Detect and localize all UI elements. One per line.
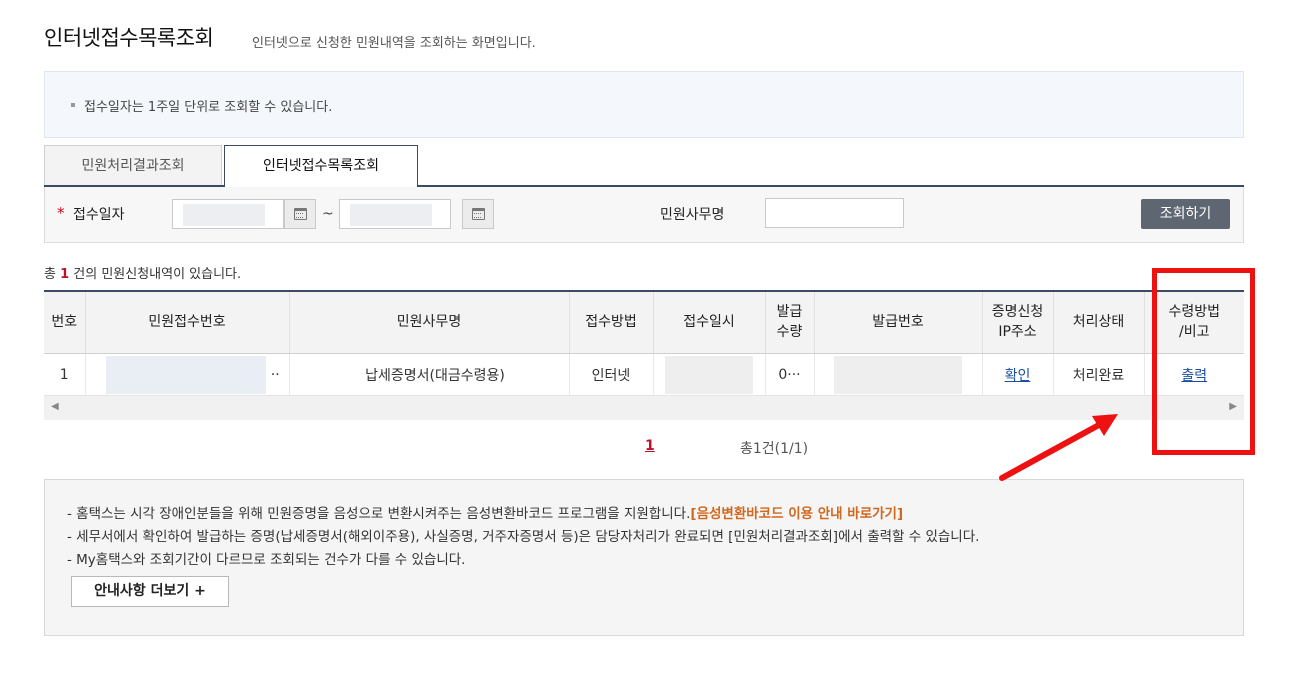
notice-line-2: - 세무서에서 확인하여 발급하는 증명(납세증명서(해외이주용), 사실증명,… xyxy=(67,529,980,545)
highlight-arrow-icon xyxy=(999,414,1118,481)
end-date-input[interactable] xyxy=(339,199,451,229)
cell-issue-number xyxy=(813,353,982,397)
redacted-value xyxy=(665,355,753,394)
col-header: 번호 xyxy=(44,290,85,354)
redacted-value xyxy=(834,355,962,394)
col-header: 처리상태 xyxy=(1052,290,1144,354)
redacted-value xyxy=(350,204,432,226)
redacted-value xyxy=(106,355,267,394)
page-title: 인터넷접수목록조회 xyxy=(44,26,214,50)
result-count-text: 총 1 건의 민원신청내역이 있습니다. xyxy=(44,263,241,282)
cell-datetime xyxy=(652,353,765,397)
cell-receipt-number: ·· xyxy=(84,353,289,397)
count-value: 1 xyxy=(60,267,70,282)
receipt-table: 번호 민원접수번호 민원사무명 접수방법 접수일시 발급 수량 발급번호 증명신… xyxy=(44,290,1244,397)
start-calendar-button[interactable] xyxy=(284,199,316,229)
scroll-left-icon[interactable]: ◀ xyxy=(51,401,59,412)
scroll-thumb[interactable] xyxy=(64,402,1149,414)
end-calendar-button[interactable] xyxy=(462,199,494,229)
notice-text: - 홈택스는 시각 장애인분들을 위해 민원증명을 음성으로 변환시켜주는 음성… xyxy=(67,506,691,522)
ip-confirm-link[interactable]: 확인 xyxy=(1005,368,1031,384)
bullet-icon xyxy=(71,103,75,107)
page-total-text: 총1건(1/1) xyxy=(740,441,809,457)
notice-line-1: - 홈택스는 시각 장애인분들을 위해 민원증명을 음성으로 변환시켜주는 음성… xyxy=(67,502,903,522)
tab-civil-result[interactable]: 민원처리결과조회 xyxy=(44,145,222,186)
cell-ip: 확인 xyxy=(981,353,1053,397)
more-info-button[interactable]: 안내사항 더보기 + xyxy=(71,576,229,607)
search-panel: * 접수일자 ~ 민원사무명 조회하기 xyxy=(44,187,1244,243)
count-suffix: 건의 민원신청내역이 있습니다. xyxy=(69,267,242,282)
info-box: 접수일자는 1주일 단위로 조회할 수 있습니다. xyxy=(44,71,1244,138)
service-name-label: 민원사무명 xyxy=(660,207,725,223)
page-description: 인터넷으로 신청한 민원내역을 조회하는 화면입니다. xyxy=(252,36,536,51)
service-name-input[interactable] xyxy=(765,198,904,228)
col-header: 민원사무명 xyxy=(288,290,569,354)
notice-panel: - 홈택스는 시각 장애인분들을 위해 민원증명을 음성으로 변환시켜주는 음성… xyxy=(44,479,1244,636)
voice-barcode-link[interactable]: [음성변환바코드 이용 안내 바로가기] xyxy=(690,506,903,522)
notice-line-3: - My홈택스와 조회기간이 다르므로 조회되는 건수가 다를 수 있습니다. xyxy=(67,552,466,568)
tab-internet-receipt-list[interactable]: 인터넷접수목록조회 xyxy=(224,145,418,187)
redacted-value xyxy=(183,204,265,226)
count-prefix: 총 xyxy=(44,267,61,282)
start-date-input[interactable] xyxy=(172,199,284,229)
col-header: 접수방법 xyxy=(568,290,653,354)
calendar-icon xyxy=(294,208,307,220)
search-button[interactable]: 조회하기 xyxy=(1141,199,1230,229)
col-header: 발급 수량 xyxy=(764,290,814,354)
required-mark: * xyxy=(57,204,65,222)
cell-service-name: 납세증명서(대금수령용) xyxy=(288,353,569,397)
calendar-icon xyxy=(472,208,485,220)
table-header-row: 번호 민원접수번호 민원사무명 접수방법 접수일시 발급 수량 발급번호 증명신… xyxy=(44,290,1244,354)
cell-method: 인터넷 xyxy=(568,353,653,397)
date-range-separator: ~ xyxy=(322,206,334,222)
truncation-mark: ·· xyxy=(270,366,280,383)
date-label: 접수일자 xyxy=(73,207,125,223)
col-header: 증명신청 IP주소 xyxy=(981,290,1053,354)
highlight-box xyxy=(1152,268,1255,455)
info-text: 접수일자는 1주일 단위로 조회할 수 있습니다. xyxy=(84,100,333,115)
col-header: 민원접수번호 xyxy=(84,290,289,354)
table-row: 1 ·· 납세증명서(대금수령용) 인터넷 0··· 확인 처리완료 출력 xyxy=(44,353,1244,397)
col-header: 접수일시 xyxy=(652,290,765,354)
page-number-link[interactable]: 1 xyxy=(645,438,655,454)
cell-no: 1 xyxy=(44,353,85,397)
cell-qty: 0··· xyxy=(764,353,814,397)
col-header: 발급번호 xyxy=(813,290,982,354)
cell-status: 처리완료 xyxy=(1052,353,1144,397)
